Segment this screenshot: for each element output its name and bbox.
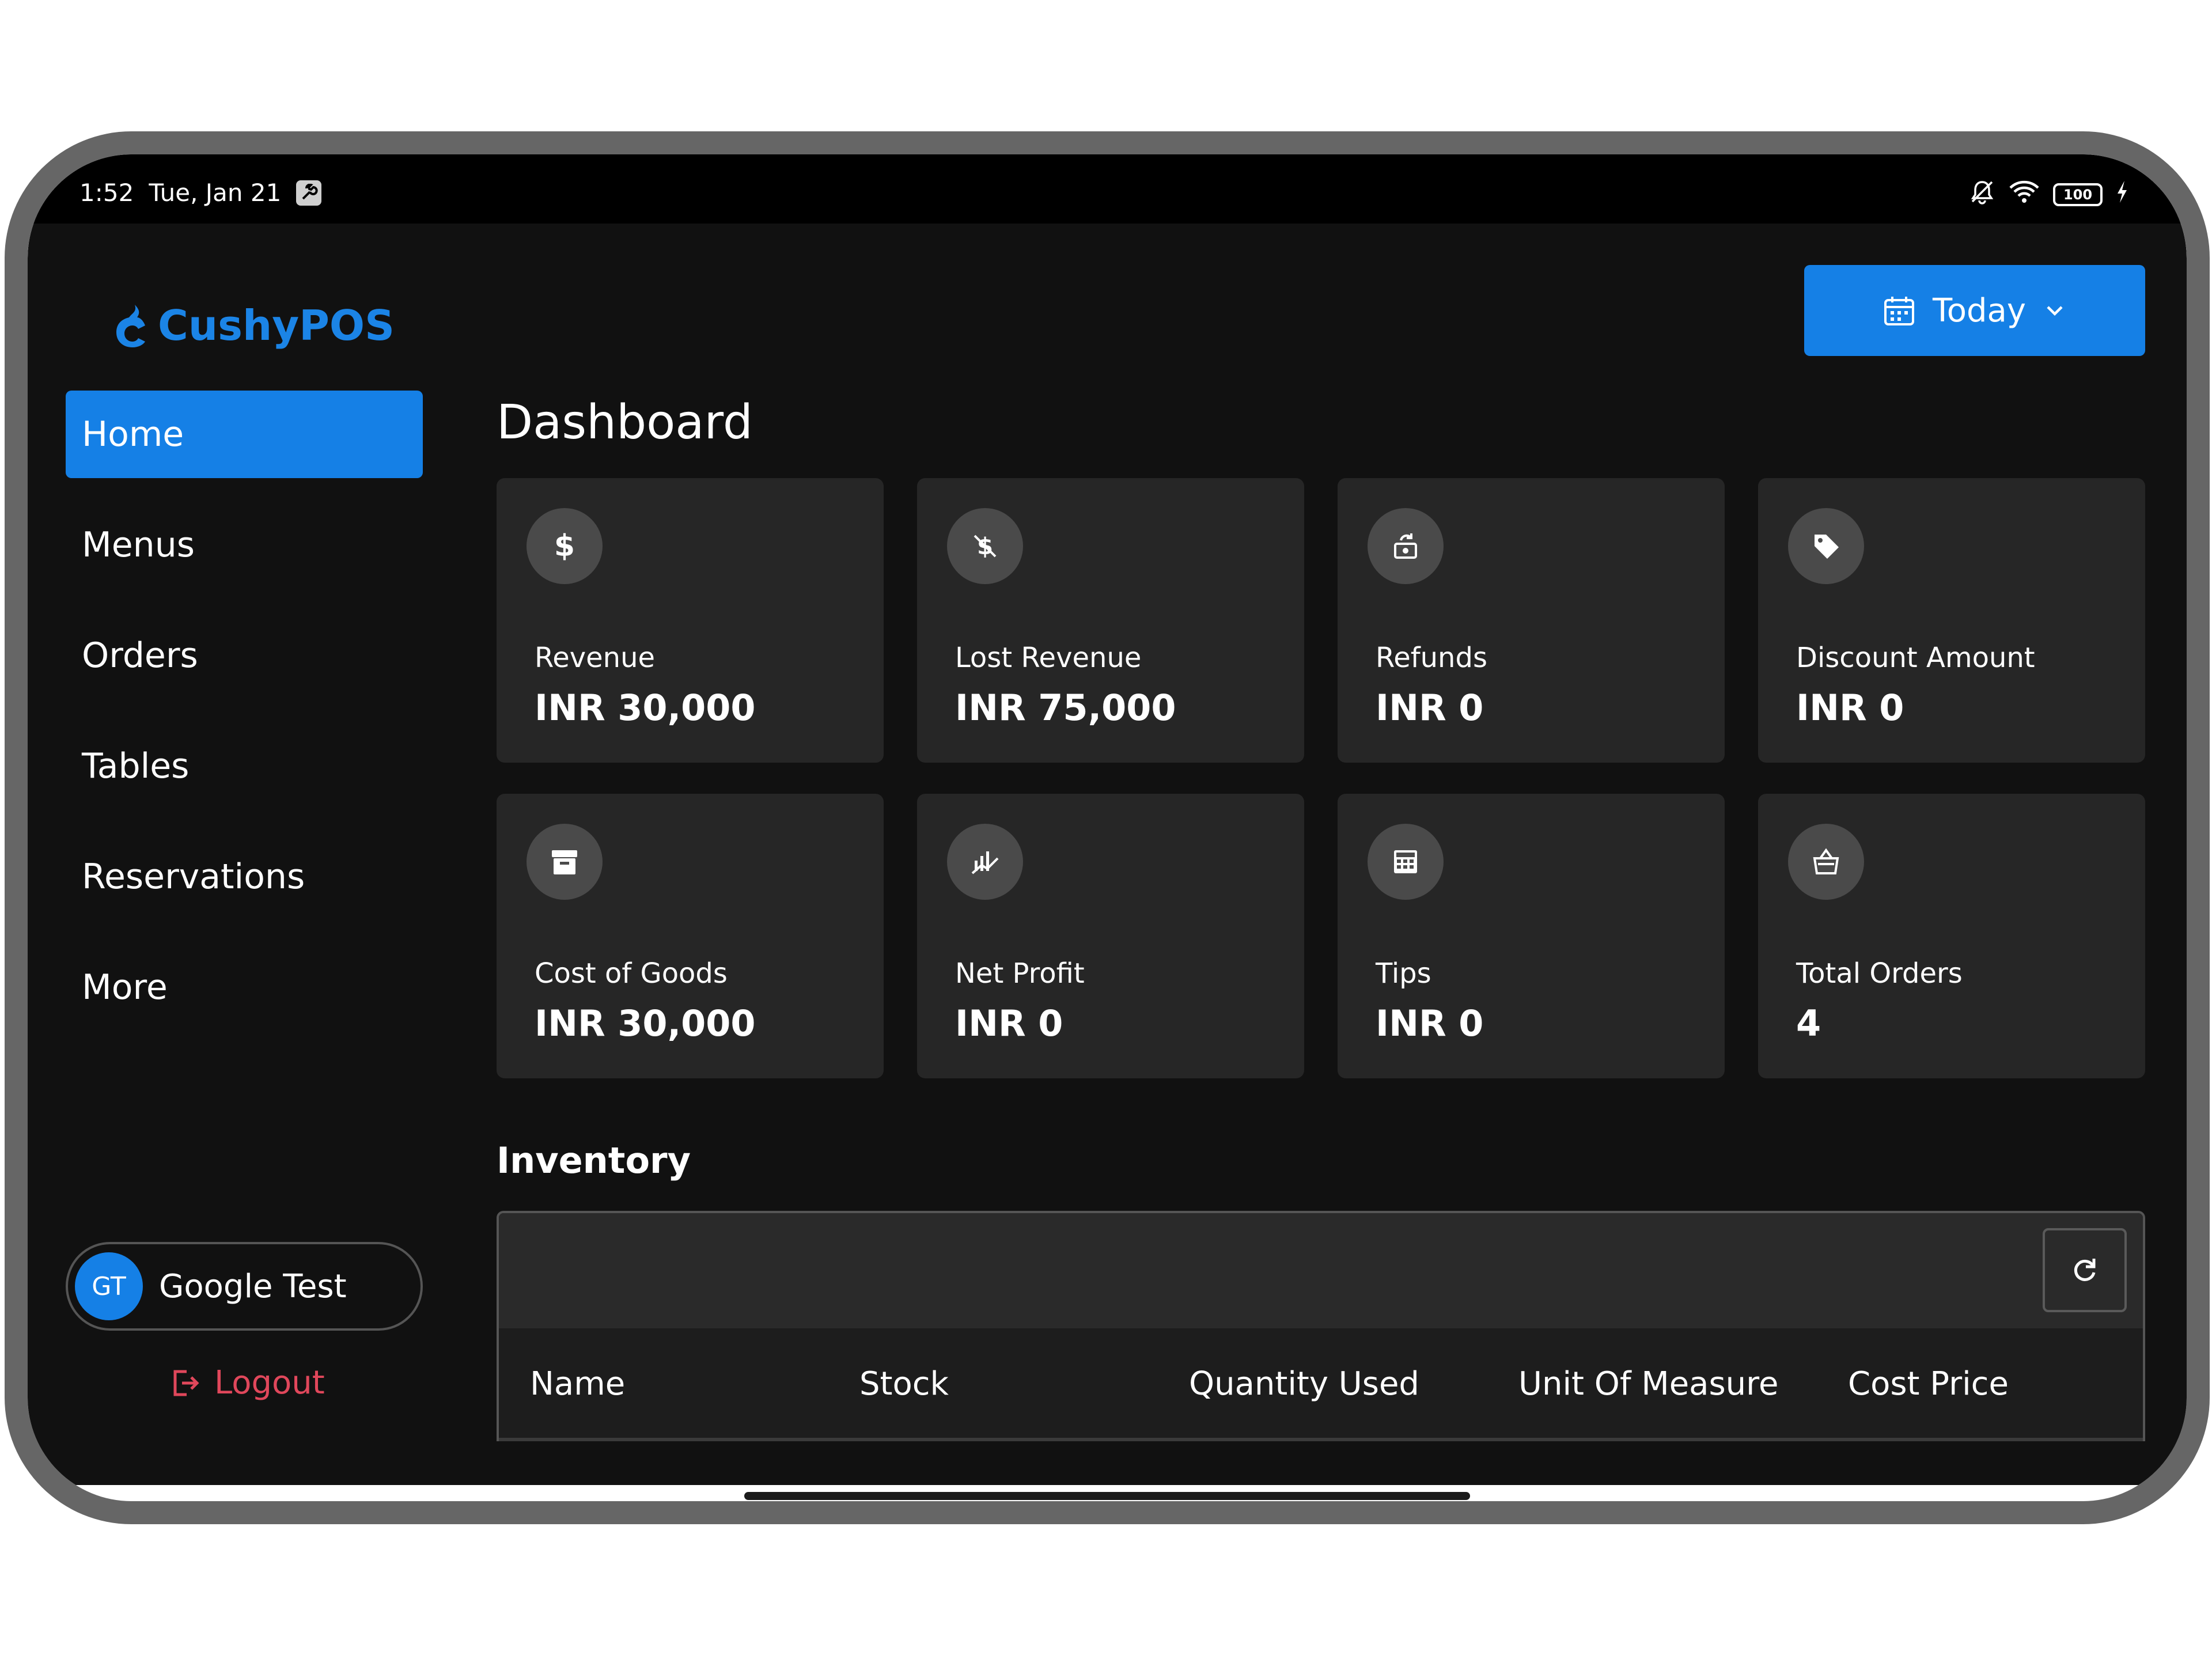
basket-icon (1788, 824, 1864, 900)
user-profile-button[interactable]: GT Google Test (66, 1242, 423, 1331)
archive-icon (527, 824, 603, 900)
stat-card-tips[interactable]: Tips INR 0 (1338, 794, 1725, 1078)
column-header-name[interactable]: Name (530, 1365, 625, 1403)
tablet-bezel: 1:52 Tue, Jan 21 100 CushyPOS Home Menus… (28, 154, 2187, 1501)
card-value: INR 75,000 (955, 687, 1176, 729)
stat-card-revenue[interactable]: $ Revenue INR 30,000 (497, 478, 884, 763)
card-label: Tips (1376, 957, 1431, 990)
stat-card-refunds[interactable]: Refunds INR 0 (1338, 478, 1725, 763)
page-title: Dashboard (497, 395, 753, 450)
status-date: Tue, Jan 21 (149, 179, 282, 207)
sidebar-item-tables[interactable]: Tables (66, 722, 423, 810)
card-label: Lost Revenue (955, 642, 1142, 674)
card-label: Cost of Goods (535, 957, 728, 990)
inventory-title: Inventory (497, 1139, 691, 1181)
sidebar-item-label: Reservations (82, 857, 305, 897)
tag-icon (1788, 508, 1864, 584)
home-indicator[interactable] (744, 1492, 1470, 1500)
refresh-button[interactable] (2043, 1228, 2127, 1312)
logout-icon (173, 1370, 199, 1396)
dollar-icon: $ (527, 508, 603, 584)
refresh-icon (2074, 1259, 2096, 1281)
stat-card-total-orders[interactable]: Total Orders 4 (1758, 794, 2145, 1078)
user-name: Google Test (159, 1267, 347, 1305)
card-value: INR 0 (955, 1002, 1063, 1044)
inventory-table: Name Stock Quantity Used Unit Of Measure… (497, 1211, 2145, 1441)
sidebar-item-label: More (82, 967, 168, 1007)
wifi-icon (2008, 179, 2040, 211)
card-value: INR 0 (1796, 687, 1904, 729)
brand-name: CushyPOS (158, 301, 395, 350)
card-value: INR 0 (1376, 1002, 1484, 1044)
battery-icon: 100 (2053, 183, 2103, 206)
card-label: Revenue (535, 642, 656, 674)
logout-label: Logout (214, 1364, 325, 1402)
sidebar-item-reservations[interactable]: Reservations (66, 833, 423, 921)
sidebar-item-menus[interactable]: Menus (66, 501, 423, 589)
date-filter-label: Today (1933, 291, 2026, 329)
card-value: INR 0 (1376, 687, 1484, 729)
stat-card-discount-amount[interactable]: Discount Amount INR 0 (1758, 478, 2145, 763)
calendar-icon (1884, 297, 1915, 325)
app-screen: 1:52 Tue, Jan 21 100 CushyPOS Home Menus… (28, 154, 2187, 1485)
date-filter-dropdown[interactable]: Today (1804, 265, 2145, 356)
stat-card-cost-of-goods[interactable]: Cost of Goods INR 30,000 (497, 794, 884, 1078)
sidebar-item-label: Orders (82, 635, 198, 676)
column-header-stock[interactable]: Stock (859, 1365, 949, 1403)
avatar: GT (75, 1252, 143, 1320)
logout-button[interactable]: Logout (169, 1364, 325, 1402)
inventory-toolbar (499, 1213, 2143, 1328)
stat-card-net-profit[interactable]: Net Profit INR 0 (917, 794, 1304, 1078)
table-divider (499, 1438, 2143, 1441)
column-header-quantity-used[interactable]: Quantity Used (1189, 1365, 1419, 1403)
no-dollar-icon: $ (947, 508, 1023, 584)
bell-off-icon (1969, 179, 1995, 211)
card-label: Net Profit (955, 957, 1085, 990)
charging-icon (2115, 180, 2129, 210)
column-header-cost-price[interactable]: Cost Price (1848, 1365, 2009, 1403)
sidebar-item-orders[interactable]: Orders (66, 612, 423, 699)
sidebar-item-label: Tables (82, 746, 190, 786)
card-label: Total Orders (1796, 957, 1963, 990)
tablet-frame: 1:52 Tue, Jan 21 100 CushyPOS Home Menus… (5, 131, 2210, 1524)
chart-icon (947, 824, 1023, 900)
column-header-unit-of-measure[interactable]: Unit Of Measure (1518, 1365, 1778, 1403)
table-header-row: Name Stock Quantity Used Unit Of Measure… (499, 1328, 2143, 1438)
card-label: Refunds (1376, 642, 1487, 674)
sidebar-item-home[interactable]: Home (66, 391, 423, 478)
flame-logo-icon (116, 305, 145, 347)
status-bar: 1:52 Tue, Jan 21 100 (28, 154, 2187, 224)
brand-logo[interactable]: CushyPOS (114, 301, 395, 350)
battery-level: 100 (2063, 187, 2093, 203)
sidebar-nav: Home Menus Orders Tables Reservations Mo… (66, 391, 423, 1054)
sidebar-item-more[interactable]: More (66, 944, 423, 1031)
wrench-icon (296, 180, 322, 206)
refund-icon (1368, 508, 1444, 584)
calculator-icon (1368, 824, 1444, 900)
sidebar-item-label: Menus (82, 525, 195, 565)
card-value: INR 30,000 (535, 1002, 756, 1044)
stat-card-lost-revenue[interactable]: $ Lost Revenue INR 75,000 (917, 478, 1304, 763)
status-time: 1:52 (79, 179, 134, 207)
sidebar-item-label: Home (82, 414, 184, 454)
chevron-down-icon (2047, 306, 2063, 316)
card-value: INR 30,000 (535, 687, 756, 729)
card-value: 4 (1796, 1002, 1821, 1044)
card-label: Discount Amount (1796, 642, 2035, 674)
